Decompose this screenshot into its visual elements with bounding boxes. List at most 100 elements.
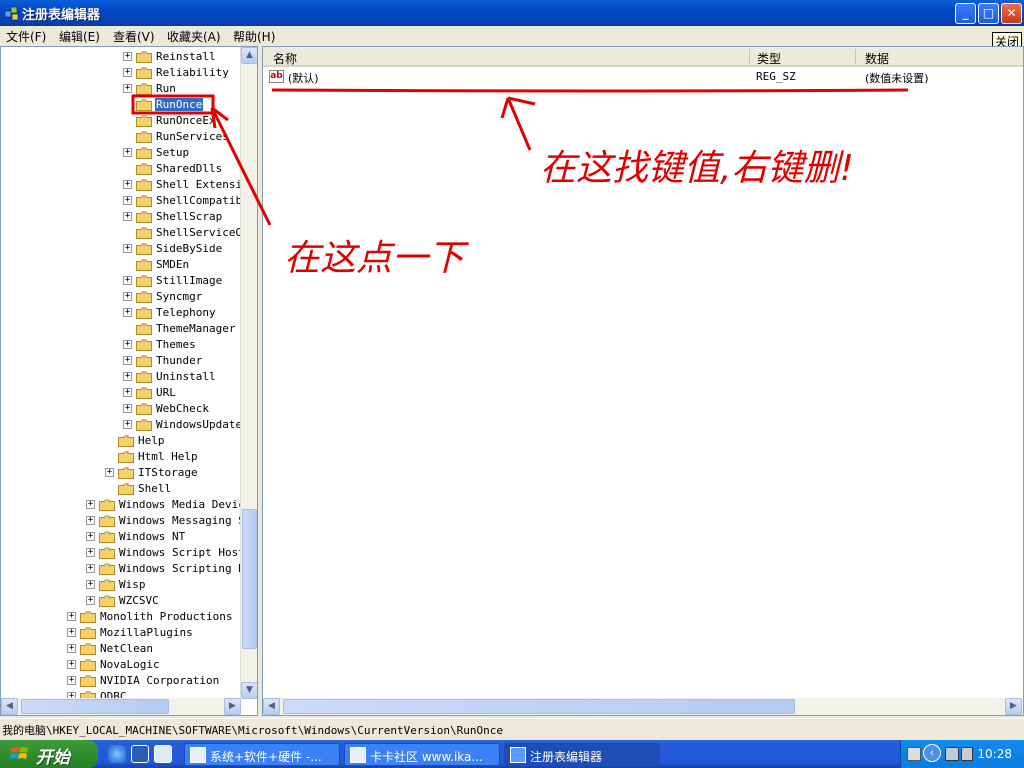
tree-key-label[interactable]: Setup (155, 146, 190, 159)
expand-plus-icon[interactable]: + (123, 388, 132, 397)
tree-key-label[interactable]: MozillaPlugins (99, 626, 194, 639)
expand-plus-icon[interactable]: + (123, 308, 132, 317)
scroll-right-arrow-icon[interactable]: ▶ (1005, 698, 1022, 715)
tree-key-label[interactable]: WebCheck (155, 402, 210, 415)
tree-key-label[interactable]: StillImage (155, 274, 223, 287)
tree-key-label[interactable]: Wisp (118, 578, 147, 591)
scroll-left-arrow-icon[interactable]: ◀ (1, 698, 18, 715)
tree-key-label[interactable]: Windows NT (118, 530, 186, 543)
scroll-down-arrow-icon[interactable]: ▼ (241, 682, 257, 699)
keyboard-icon[interactable] (907, 747, 921, 761)
expand-plus-icon[interactable]: + (123, 84, 132, 93)
expand-plus-icon[interactable]: + (86, 516, 95, 525)
tree-key-label[interactable]: Thunder (155, 354, 203, 367)
expand-plus-icon[interactable]: + (123, 276, 132, 285)
list-horizontal-scrollbar[interactable]: ◀ ▶ (263, 698, 1023, 715)
tree-key-label[interactable]: ShellScrap (155, 210, 223, 223)
tree-horizontal-scrollbar[interactable]: ◀ ▶ (1, 698, 241, 715)
expand-plus-icon[interactable]: + (123, 340, 132, 349)
expand-plus-icon[interactable]: + (86, 564, 95, 573)
expand-plus-icon[interactable]: + (123, 212, 132, 221)
tree-key-label[interactable]: SharedDlls (155, 162, 223, 175)
tree-key-label[interactable]: ShellCompatibility (155, 194, 241, 207)
expand-plus-icon[interactable]: + (86, 532, 95, 541)
tree-key-label[interactable]: NetClean (99, 642, 154, 655)
column-type-header[interactable]: 类型 (757, 50, 781, 67)
tree-key-label[interactable]: Telephony (155, 306, 217, 319)
tree-key-label[interactable]: Windows Media Device Manager (118, 498, 241, 511)
maximize-button[interactable]: □ (978, 3, 999, 24)
tree-key-label[interactable]: WZCSVC (118, 594, 160, 607)
start-button[interactable]: 开始 (0, 740, 98, 768)
tree-key-label[interactable]: URL (155, 386, 177, 399)
expand-plus-icon[interactable]: + (123, 68, 132, 77)
menu-view[interactable]: 查看(V) (113, 28, 155, 45)
expand-plus-icon[interactable]: + (123, 356, 132, 365)
tree-key-label[interactable]: Reliability (155, 66, 230, 79)
column-name-header[interactable]: 名称 (273, 50, 297, 67)
tree-hscroll-thumb[interactable] (21, 699, 169, 714)
menu-file[interactable]: 文件(F) (6, 28, 46, 45)
taskbar-item-regedit[interactable]: 注册表编辑器 (504, 743, 660, 766)
tree-scroll-thumb[interactable] (242, 509, 257, 649)
expand-plus-icon[interactable]: + (86, 548, 95, 557)
expand-plus-icon[interactable]: + (123, 244, 132, 253)
selected-tree-key-label[interactable]: RunOnce (155, 98, 204, 111)
menu-edit[interactable]: 编辑(E) (59, 28, 100, 45)
expand-plus-icon[interactable]: + (86, 596, 95, 605)
menu-help[interactable]: 帮助(H) (233, 28, 275, 45)
expand-plus-icon[interactable]: + (67, 644, 76, 653)
expand-plus-icon[interactable]: + (123, 420, 132, 429)
tree-key-label[interactable]: SideBySide (155, 242, 223, 255)
expand-plus-icon[interactable]: + (86, 500, 95, 509)
tree-key-label[interactable]: NovaLogic (99, 658, 161, 671)
scroll-right-arrow-icon[interactable]: ▶ (224, 698, 241, 715)
ie-icon[interactable] (108, 745, 126, 763)
registry-tree-pane[interactable]: + Reinstall + Reliability + Run RunOnce RunOnce… (0, 46, 258, 716)
word-icon[interactable] (131, 745, 149, 763)
taskbar-item-forum[interactable]: 系统+软件+硬件 -... (184, 743, 340, 766)
tree-key-label[interactable]: RunOnceEx (155, 114, 217, 127)
expand-plus-icon[interactable]: + (86, 580, 95, 589)
volume-icon[interactable] (961, 747, 973, 761)
tree-key-label[interactable]: ITStorage (137, 466, 199, 479)
tree-key-label[interactable]: Windows Messaging Subsystem (118, 514, 241, 527)
tree-key-label[interactable]: Windows Scripting Host (118, 562, 241, 575)
scroll-left-arrow-icon[interactable]: ◀ (263, 698, 280, 715)
tree-key-label[interactable]: Themes (155, 338, 197, 351)
title-bar[interactable]: 注册表编辑器 _ □ ✕ (0, 0, 1024, 26)
taskbar-item-kaka[interactable]: 卡卡社区 www.ika... (344, 743, 500, 766)
scroll-up-arrow-icon[interactable]: ▲ (241, 47, 257, 64)
list-hscroll-thumb[interactable] (283, 699, 795, 714)
expand-plus-icon[interactable]: + (67, 660, 76, 669)
explorer-icon[interactable] (154, 745, 172, 763)
expand-plus-icon[interactable]: + (123, 292, 132, 301)
minimize-button[interactable]: _ (955, 3, 976, 24)
tree-key-label[interactable]: Run (155, 82, 177, 95)
tree-key-label[interactable]: Syncmgr (155, 290, 203, 303)
column-divider[interactable] (749, 49, 750, 64)
tree-key-label[interactable]: ThemeManager (155, 322, 236, 335)
expand-plus-icon[interactable]: + (123, 180, 132, 189)
network-icon[interactable] (945, 747, 959, 761)
tree-vertical-scrollbar[interactable]: ▲ ▼ (240, 47, 257, 699)
expand-plus-icon[interactable]: + (123, 148, 132, 157)
expand-plus-icon[interactable]: + (67, 628, 76, 637)
tree-key-label[interactable]: Shell Extensions (155, 178, 241, 191)
column-data-header[interactable]: 数据 (865, 50, 889, 67)
tree-key-label[interactable]: Help (137, 434, 166, 447)
tree-key-label[interactable]: Windows Script Host (118, 546, 241, 559)
tree-key-label[interactable]: Shell (137, 482, 172, 495)
value-row-default[interactable]: ab (默认) REG_SZ (数值未设置) (263, 69, 1023, 85)
values-list-pane[interactable]: 名称 类型 数据 ab (默认) REG_SZ (数值未设置) ◀ ▶ (262, 46, 1024, 716)
expand-plus-icon[interactable]: + (67, 612, 76, 621)
tree-key-label[interactable]: RunServices (155, 130, 230, 143)
tree-key-label[interactable]: ShellServiceObjectDelayLoad (155, 226, 241, 239)
tree-view[interactable]: + Reinstall + Reliability + Run RunOnce RunOnce… (1, 47, 241, 699)
expand-plus-icon[interactable]: + (123, 372, 132, 381)
expand-plus-icon[interactable]: + (123, 196, 132, 205)
expand-plus-icon[interactable]: + (105, 468, 114, 477)
expand-plus-icon[interactable]: + (123, 404, 132, 413)
tree-key-label[interactable]: WindowsUpdate (155, 418, 241, 431)
menu-favorites[interactable]: 收藏夹(A) (167, 28, 221, 45)
